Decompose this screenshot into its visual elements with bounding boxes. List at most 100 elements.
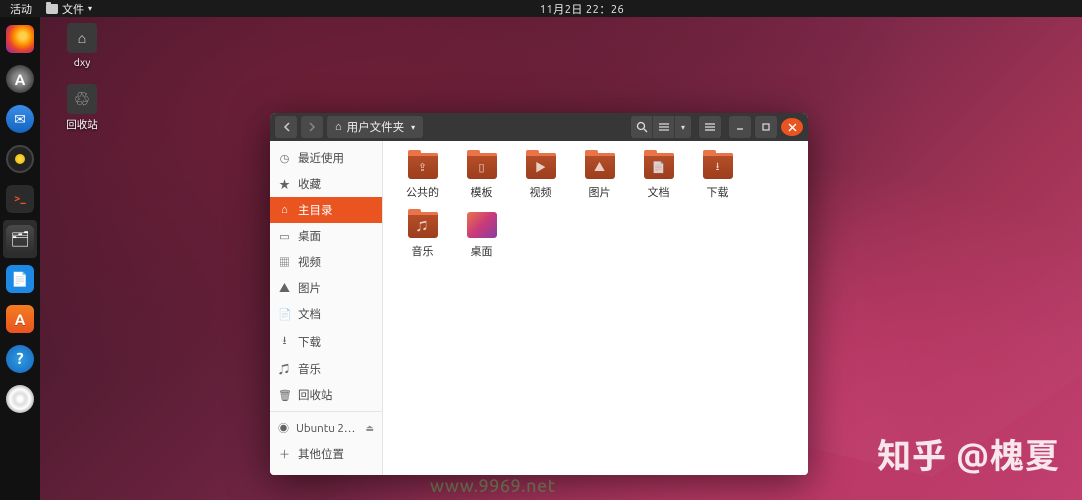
software-center-icon bbox=[6, 65, 34, 93]
chevron-down-icon: ▾ bbox=[88, 4, 92, 13]
app-menu[interactable]: 文件 ▾ bbox=[46, 1, 92, 17]
sidebar-item-12[interactable]: ＋其他位置 bbox=[270, 441, 382, 467]
sidebar-item-icon: ★ bbox=[278, 176, 291, 192]
desktop-item-icon: ⌂ bbox=[67, 23, 97, 53]
sidebar-item-4[interactable]: ▦ 视频 bbox=[270, 249, 382, 275]
sidebar-item-label: 下载 bbox=[298, 334, 321, 350]
app-menu-label: 文件 bbox=[62, 1, 84, 17]
dock-item-terminal[interactable] bbox=[3, 180, 37, 218]
sidebar-item-9[interactable]: 🗑回收站 bbox=[270, 382, 382, 408]
sidebar-item-icon: 📄 bbox=[278, 308, 291, 321]
folder-item-7[interactable]: 桌面 bbox=[454, 206, 509, 261]
search-button[interactable] bbox=[631, 116, 653, 138]
sidebar-item-label: 视频 bbox=[298, 254, 321, 270]
dock-item-rhythmbox[interactable] bbox=[3, 140, 37, 178]
dock-item-libreoffice-writer[interactable] bbox=[3, 260, 37, 298]
dock-item-disc[interactable] bbox=[3, 380, 37, 418]
desktop-item-0[interactable]: ⌂ dxy bbox=[57, 23, 107, 68]
view-list-button[interactable] bbox=[653, 116, 675, 138]
files-icon bbox=[6, 225, 34, 253]
sidebar-item-5[interactable]: ▲图片 bbox=[270, 275, 382, 301]
sidebar-item-2[interactable]: ⌂ 主目录 bbox=[270, 197, 382, 223]
clock[interactable]: 11月2日 22：26 bbox=[540, 1, 624, 17]
folder-icon: ▲ bbox=[585, 153, 615, 179]
hamburger-menu-button[interactable] bbox=[699, 116, 721, 138]
sidebar: ◷最近使用★收藏⌂主目录▭桌面▦视频▲图片📄文档⭳下载♫音乐🗑回收站◉Ubunt… bbox=[270, 141, 383, 475]
desktop-item-1[interactable]: ♲ 回收站 bbox=[57, 84, 107, 132]
dock-item-help[interactable] bbox=[3, 340, 37, 378]
sidebar-item-0[interactable]: ◷ 最近使用 bbox=[270, 145, 382, 171]
sidebar-item-11[interactable]: ◉Ubuntu 20.0…⏏ bbox=[270, 415, 382, 441]
minimize-icon bbox=[735, 122, 745, 132]
sidebar-item-label: 主目录 bbox=[298, 202, 333, 218]
folder-icon bbox=[46, 4, 58, 14]
ubuntu-software-icon bbox=[6, 305, 34, 333]
folder-icon: ⭳ bbox=[703, 153, 733, 179]
sidebar-item-label: 图片 bbox=[298, 280, 321, 296]
maximize-button[interactable] bbox=[755, 116, 777, 138]
folder-label: 下载 bbox=[707, 184, 729, 200]
path-label: 用户文件夹 bbox=[347, 119, 405, 135]
sidebar-item-label: 最近使用 bbox=[298, 150, 344, 166]
chevron-right-icon bbox=[309, 122, 316, 132]
desktop-item-icon: ♲ bbox=[67, 84, 97, 114]
close-icon bbox=[788, 123, 797, 132]
minimize-button[interactable] bbox=[729, 116, 751, 138]
view-dropdown-button[interactable]: ▾ bbox=[675, 116, 691, 138]
folder-item-2[interactable]: ▶视频 bbox=[513, 147, 568, 202]
sidebar-item-label: Ubuntu 20.0… bbox=[296, 422, 358, 435]
sidebar-item-icon: 🗑 bbox=[278, 389, 291, 402]
sidebar-item-label: 收藏 bbox=[298, 176, 321, 192]
disc-icon bbox=[6, 385, 34, 413]
folder-item-6[interactable]: ♫音乐 bbox=[395, 206, 450, 261]
forward-button[interactable] bbox=[301, 116, 323, 138]
sidebar-item-3[interactable]: ▭桌面 bbox=[270, 223, 382, 249]
dock-item-files[interactable] bbox=[3, 220, 37, 258]
sidebar-item-icon: ⌂ bbox=[278, 204, 291, 216]
desktop-item-label: 回收站 bbox=[66, 117, 98, 132]
folder-label: 桌面 bbox=[471, 243, 493, 259]
back-button[interactable] bbox=[275, 116, 297, 138]
folder-item-3[interactable]: ▲ 图片 bbox=[572, 147, 627, 202]
folder-label: 图片 bbox=[589, 184, 611, 200]
dock-item-thunderbird[interactable] bbox=[3, 100, 37, 138]
search-icon bbox=[636, 121, 648, 133]
sidebar-item-label: 音乐 bbox=[298, 361, 321, 377]
sidebar-separator bbox=[270, 411, 382, 412]
terminal-icon bbox=[6, 185, 34, 213]
folder-view[interactable]: ⇪公共的▯模板▶视频 ▲ 图片 📄文档 ⭳ 下载 ♫音乐桌面 bbox=[383, 141, 808, 475]
dock-item-firefox[interactable] bbox=[3, 20, 37, 58]
home-icon: ⌂ bbox=[335, 121, 342, 133]
sidebar-item-1[interactable]: ★ 收藏 bbox=[270, 171, 382, 197]
folder-label: 文档 bbox=[648, 184, 670, 200]
chevron-left-icon bbox=[283, 122, 290, 132]
dock bbox=[0, 17, 40, 500]
titlebar[interactable]: ⌂ 用户文件夹 ▾ ▾ bbox=[270, 113, 808, 141]
folder-label: 视频 bbox=[530, 184, 552, 200]
sidebar-item-7[interactable]: ⭳下载 bbox=[270, 327, 382, 356]
sidebar-item-icon: ▦ bbox=[278, 254, 291, 270]
chevron-down-icon: ▾ bbox=[411, 123, 415, 132]
folder-label: 音乐 bbox=[412, 243, 434, 259]
desktop-icons: ⌂ dxy ♲ 回收站 bbox=[57, 23, 107, 132]
folder-item-4[interactable]: 📄文档 bbox=[631, 147, 686, 202]
sidebar-item-icon: ◷ bbox=[278, 152, 291, 165]
close-button[interactable] bbox=[781, 118, 803, 136]
dock-item-software-center[interactable] bbox=[3, 60, 37, 98]
activities-button[interactable]: 活动 bbox=[10, 1, 32, 17]
folder-icon: ⇪ bbox=[408, 153, 438, 179]
file-manager-window: ⌂ 用户文件夹 ▾ ▾ ◷最近使用★收藏⌂主目录▭桌面▦视频▲图片📄文档⭳ bbox=[270, 113, 808, 475]
path-bar[interactable]: ⌂ 用户文件夹 ▾ bbox=[327, 116, 423, 138]
list-icon bbox=[658, 122, 670, 132]
eject-icon[interactable]: ⏏ bbox=[365, 423, 374, 434]
sidebar-item-6[interactable]: 📄文档 bbox=[270, 301, 382, 327]
dock-item-ubuntu-software[interactable] bbox=[3, 300, 37, 338]
desktop-item-label: dxy bbox=[74, 56, 91, 68]
sidebar-item-8[interactable]: ♫音乐 bbox=[270, 356, 382, 382]
folder-item-5[interactable]: ⭳ 下载 bbox=[690, 147, 745, 202]
folder-item-0[interactable]: ⇪公共的 bbox=[395, 147, 450, 202]
maximize-icon bbox=[761, 122, 771, 132]
sidebar-item-label: 其他位置 bbox=[298, 446, 344, 462]
watermark-url: www.9969.net bbox=[430, 476, 555, 496]
folder-item-1[interactable]: ▯模板 bbox=[454, 147, 509, 202]
